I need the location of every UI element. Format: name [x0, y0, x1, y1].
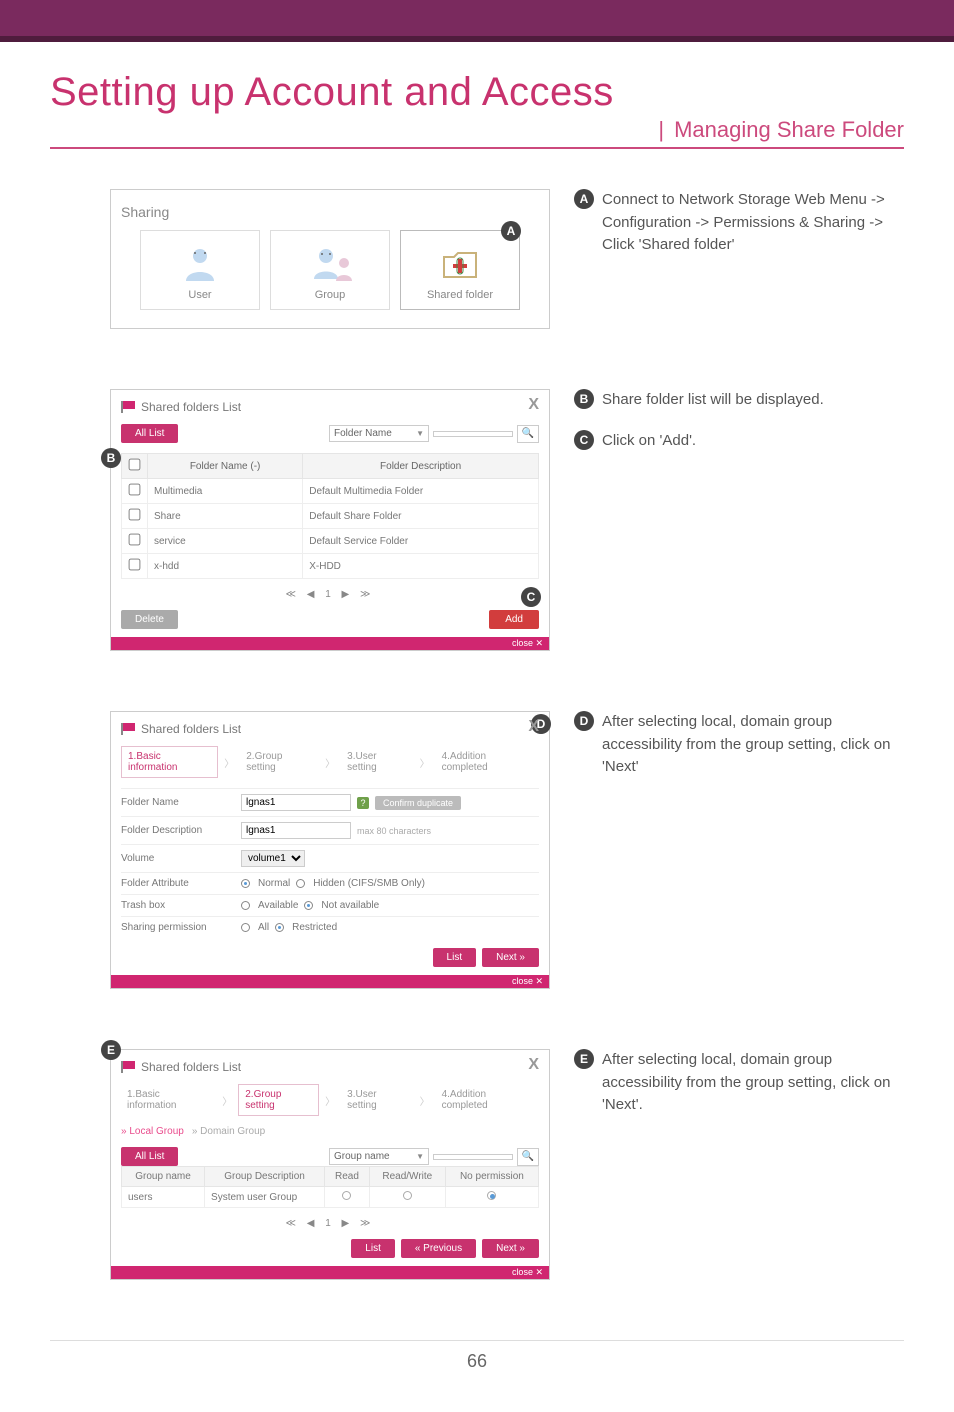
folder-name-input[interactable]: [241, 794, 351, 811]
perm-restricted-radio[interactable]: [275, 923, 284, 932]
chevron-down-icon: ▼: [416, 429, 424, 438]
callout-e-icon: E: [574, 1049, 594, 1069]
list-button[interactable]: List: [433, 948, 477, 967]
page-number: 66: [50, 1340, 904, 1372]
tile-user[interactable]: User: [140, 230, 260, 310]
callout-e-text: After selecting local, domain group acce…: [602, 1049, 904, 1117]
callout-d-icon: D: [574, 711, 594, 731]
page-title: Setting up Account and Access: [50, 70, 904, 115]
wizard-basic-panel: D X Shared folders List 1.Basic informat…: [110, 711, 550, 989]
search-button[interactable]: 🔍: [517, 1148, 539, 1166]
perm-none-radio[interactable]: [487, 1191, 496, 1200]
flag-icon: [121, 401, 135, 413]
domain-group-tab[interactable]: » Domain Group: [192, 1126, 265, 1137]
close-icon[interactable]: X: [528, 1056, 539, 1074]
step-1[interactable]: 1.Basic information: [121, 1085, 216, 1115]
volume-select[interactable]: volume1: [241, 850, 305, 867]
close-bar[interactable]: close ✕: [111, 1266, 549, 1279]
trash-available-radio[interactable]: [241, 901, 250, 910]
wizard-group-panel: E X Shared folders List 1.Basic informat…: [110, 1049, 550, 1280]
tile-shared-folder[interactable]: Shared folder A: [400, 230, 520, 310]
attr-normal-radio[interactable]: [241, 879, 250, 888]
table-row: usersSystem user Group: [122, 1187, 539, 1208]
perm-rw-radio[interactable]: [403, 1191, 412, 1200]
row-checkbox[interactable]: [129, 534, 141, 546]
help-icon[interactable]: ?: [357, 797, 369, 809]
row-checkbox[interactable]: [129, 509, 141, 521]
confirm-duplicate-button[interactable]: Confirm duplicate: [375, 796, 461, 810]
callout-badge-a: A: [501, 221, 521, 241]
pager[interactable]: ≪ ◀ 1 ▶ ≫: [121, 589, 539, 600]
folder-table: Folder Name (-)Folder Description Multim…: [121, 453, 539, 579]
step-3[interactable]: 3.User setting: [341, 747, 413, 777]
search-field-select[interactable]: Group name▼: [329, 1148, 429, 1165]
tile-group[interactable]: Group: [270, 230, 390, 310]
tab-all-list[interactable]: All List: [121, 1147, 178, 1166]
add-button[interactable]: Add: [489, 610, 539, 629]
pager[interactable]: ≪ ◀ 1 ▶ ≫: [121, 1218, 539, 1229]
close-bar[interactable]: close ✕: [111, 637, 549, 650]
callout-c-text: Click on 'Add'.: [602, 430, 904, 453]
table-row: MultimediaDefault Multimedia Folder: [122, 479, 539, 504]
previous-button[interactable]: « Previous: [401, 1239, 476, 1258]
callout-badge-c: C: [521, 587, 541, 607]
callout-b-icon: B: [574, 389, 594, 409]
perm-read-radio[interactable]: [342, 1191, 351, 1200]
table-row: serviceDefault Service Folder: [122, 529, 539, 554]
sharing-panel: Sharing User: [110, 189, 550, 329]
step-4[interactable]: 4.Addition completed: [436, 747, 539, 777]
flag-icon: [121, 1061, 135, 1073]
trash-notavailable-radio[interactable]: [304, 901, 313, 910]
select-all-checkbox[interactable]: [129, 459, 141, 471]
folder-desc-input[interactable]: [241, 822, 351, 839]
search-input[interactable]: [433, 431, 513, 437]
search-field-select[interactable]: Folder Name▼: [329, 425, 429, 442]
callout-c-icon: C: [574, 430, 594, 450]
local-group-tab[interactable]: » Local Group: [121, 1126, 184, 1137]
header-bar: [0, 0, 954, 42]
next-button[interactable]: Next »: [482, 948, 539, 967]
step-3[interactable]: 3.User setting: [341, 1085, 413, 1115]
attr-hidden-radio[interactable]: [296, 879, 305, 888]
row-checkbox[interactable]: [129, 484, 141, 496]
list-button[interactable]: List: [351, 1239, 395, 1258]
wizard-steps: 1.Basic information〉 2.Group setting〉 3.…: [121, 1084, 539, 1116]
step-4[interactable]: 4.Addition completed: [436, 1085, 539, 1115]
step-2[interactable]: 2.Group setting: [238, 1084, 319, 1116]
next-button[interactable]: Next »: [482, 1239, 539, 1258]
sharing-title: Sharing: [121, 204, 539, 220]
table-row: x-hddX-HDD: [122, 554, 539, 579]
delete-button[interactable]: Delete: [121, 610, 178, 629]
step-2[interactable]: 2.Group setting: [240, 747, 319, 777]
tab-all-list[interactable]: All List: [121, 424, 178, 443]
search-button[interactable]: 🔍: [517, 425, 539, 443]
callout-badge-b: B: [101, 448, 121, 468]
user-icon: [180, 243, 220, 283]
chevron-down-icon: ▼: [416, 1152, 424, 1161]
perm-all-radio[interactable]: [241, 923, 250, 932]
search-input[interactable]: [433, 1154, 513, 1160]
callout-a-text: Connect to Network Storage Web Menu -> C…: [602, 189, 904, 257]
callout-d-text: After selecting local, domain group acce…: [602, 711, 904, 779]
step-1[interactable]: 1.Basic information: [121, 746, 218, 778]
callout-b-text: Share folder list will be displayed.: [602, 389, 904, 412]
callout-badge-e: E: [101, 1040, 121, 1060]
flag-icon: [121, 723, 135, 735]
folder-list-panel: B X Shared folders List All List Folder …: [110, 389, 550, 651]
table-row: ShareDefault Share Folder: [122, 504, 539, 529]
row-checkbox[interactable]: [129, 559, 141, 571]
page-subtitle: |Managing Share Folder: [50, 117, 904, 149]
close-bar[interactable]: close ✕: [111, 975, 549, 988]
close-icon[interactable]: X: [528, 718, 539, 736]
shared-folder-icon: [440, 243, 480, 283]
group-perm-table: Group nameGroup DescriptionReadRead/Writ…: [121, 1166, 539, 1208]
group-icon: [310, 243, 358, 283]
callout-a-icon: A: [574, 189, 594, 209]
close-icon[interactable]: X: [528, 396, 539, 414]
wizard-steps: 1.Basic information〉 2.Group setting〉 3.…: [121, 746, 539, 778]
